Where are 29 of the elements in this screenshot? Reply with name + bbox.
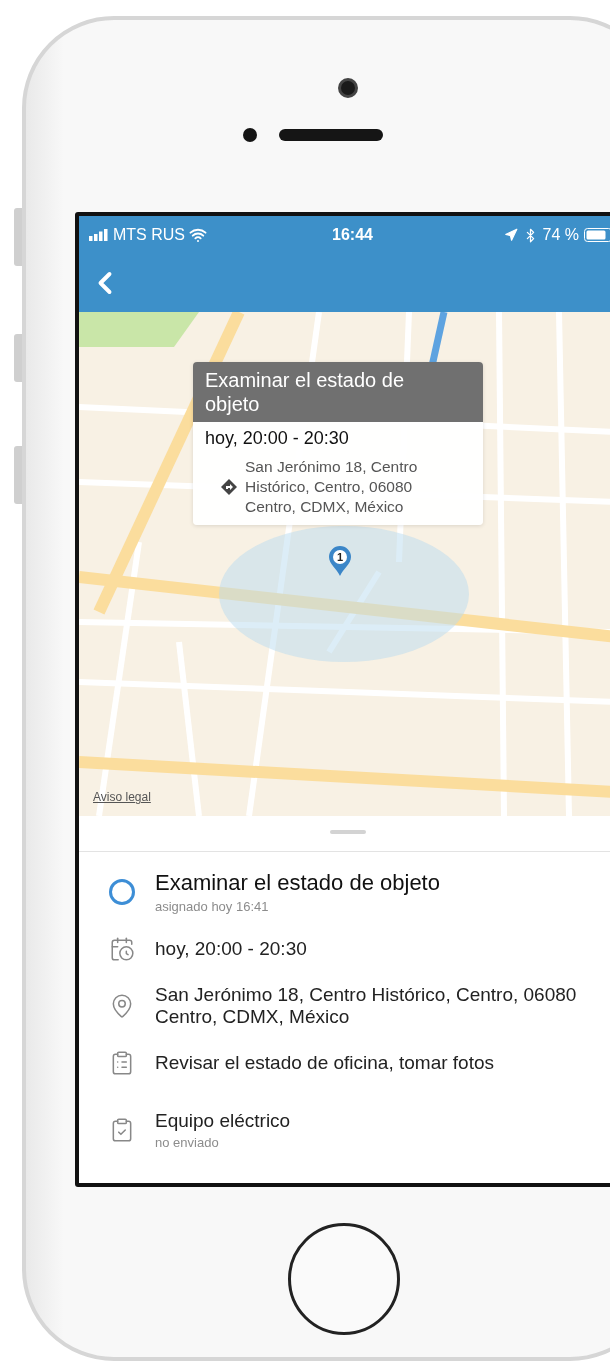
legal-link[interactable]: Aviso legal bbox=[93, 790, 151, 804]
task-assigned-time: asignado hoy 16:41 bbox=[155, 899, 270, 914]
signal-icon bbox=[89, 229, 109, 241]
calendar-clock-icon bbox=[109, 936, 135, 962]
side-button[interactable] bbox=[14, 334, 22, 382]
carrier-name: MTS RUS bbox=[113, 226, 185, 244]
side-button[interactable] bbox=[14, 446, 22, 504]
callout-address: San Jerónimo 18, Centro Histórico, Centro, 06080 Centro, CDMX, México bbox=[245, 457, 419, 517]
task-status-circle[interactable] bbox=[109, 879, 135, 905]
battery-percent: 74 % bbox=[542, 226, 579, 244]
camera-icon bbox=[337, 78, 358, 98]
detail-text: Equipo eléctrico bbox=[155, 1110, 291, 1132]
directions-icon bbox=[221, 479, 237, 495]
location-arrow-icon bbox=[503, 228, 518, 242]
detail-text: San Jerónimo 18, Centro Histórico, Centro, 06080 Centro, CDMX, México bbox=[155, 984, 578, 1028]
clock-time: 16:44 bbox=[332, 226, 373, 244]
side-button[interactable] bbox=[14, 208, 22, 266]
detail-text: hoy, 20:00 - 20:30 bbox=[155, 938, 307, 960]
sensor-icon bbox=[242, 128, 257, 142]
task-title: Examinar el estado de objeto bbox=[155, 870, 440, 896]
drag-handle[interactable] bbox=[329, 830, 366, 834]
callout-title: Examinar el estado de objeto bbox=[193, 362, 483, 422]
detail-status: no enviado bbox=[155, 1135, 220, 1150]
callout-time: hoy, 20:00 - 20:30 bbox=[205, 428, 350, 449]
detail-text: Revisar el estado de oficina, tomar fotos bbox=[155, 1052, 494, 1074]
map-pin[interactable]: 1 bbox=[329, 546, 351, 576]
battery-icon bbox=[584, 228, 610, 242]
wifi-icon bbox=[189, 226, 207, 244]
speaker-icon bbox=[278, 129, 383, 141]
